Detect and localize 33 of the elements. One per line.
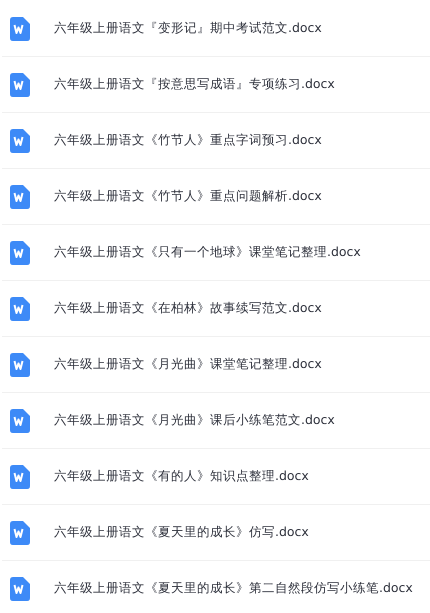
file-row[interactable]: 六年级上册语文《有的人》知识点整理.docx	[2, 449, 430, 505]
file-name: 六年级上册语文《夏天里的成长》仿写.docx	[54, 523, 309, 542]
file-row[interactable]: 六年级上册语文《夏天里的成长》第二自然段仿写小练笔.docx	[2, 561, 430, 613]
word-document-icon	[10, 352, 30, 376]
word-document-icon	[10, 408, 30, 432]
file-row[interactable]: 六年级上册语文《竹节人》重点问题解析.docx	[2, 169, 430, 225]
file-row[interactable]: 六年级上册语文『变形记』期中考试范文.docx	[2, 1, 430, 57]
file-row[interactable]: 六年级上册语文『按意思写成语』专项练习.docx	[2, 57, 430, 113]
file-name: 六年级上册语文《有的人》知识点整理.docx	[54, 467, 309, 486]
word-document-icon	[10, 464, 30, 488]
file-name: 六年级上册语文《月光曲》课堂笔记整理.docx	[54, 355, 322, 374]
file-name: 六年级上册语文《只有一个地球》课堂笔记整理.docx	[54, 243, 361, 262]
file-name: 六年级上册语文《月光曲》课后小练笔范文.docx	[54, 411, 335, 430]
word-document-icon	[10, 520, 30, 544]
file-row[interactable]: 六年级上册语文《在柏林》故事续写范文.docx	[2, 281, 430, 337]
file-row[interactable]: 六年级上册语文《月光曲》课堂笔记整理.docx	[2, 337, 430, 393]
file-row[interactable]: 六年级上册语文《只有一个地球》课堂笔记整理.docx	[2, 225, 430, 281]
word-document-icon	[10, 184, 30, 208]
file-name: 六年级上册语文《竹节人》重点问题解析.docx	[54, 187, 322, 206]
file-name: 六年级上册语文《在柏林》故事续写范文.docx	[54, 299, 322, 318]
word-document-icon	[10, 72, 30, 96]
file-name: 六年级上册语文《竹节人》重点字词预习.docx	[54, 131, 322, 150]
word-document-icon	[10, 576, 30, 600]
file-row[interactable]: 六年级上册语文《夏天里的成长》仿写.docx	[2, 505, 430, 561]
word-document-icon	[10, 16, 30, 40]
file-name: 六年级上册语文《夏天里的成长》第二自然段仿写小练笔.docx	[54, 579, 413, 598]
file-name: 六年级上册语文『变形记』期中考试范文.docx	[54, 19, 322, 38]
word-document-icon	[10, 240, 30, 264]
file-row[interactable]: 六年级上册语文《竹节人》重点字词预习.docx	[2, 113, 430, 169]
word-document-icon	[10, 128, 30, 152]
file-row[interactable]: 六年级上册语文《月光曲》课后小练笔范文.docx	[2, 393, 430, 449]
file-name: 六年级上册语文『按意思写成语』专项练习.docx	[54, 75, 335, 94]
word-document-icon	[10, 296, 30, 320]
